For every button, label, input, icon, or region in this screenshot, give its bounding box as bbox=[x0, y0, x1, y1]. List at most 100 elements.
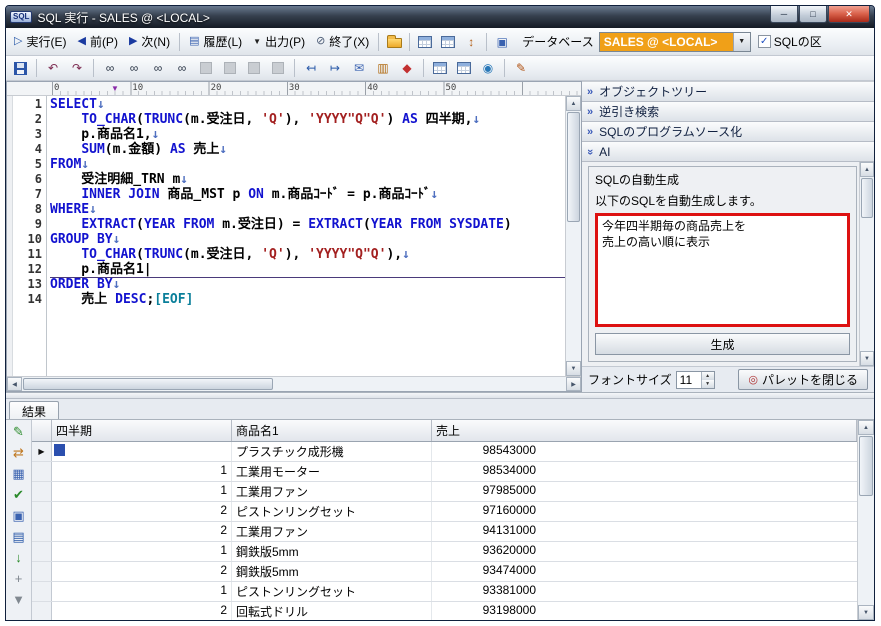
code-line[interactable]: 受注明細_TRN m↓ bbox=[50, 172, 565, 187]
row-selector[interactable]: ▶ bbox=[32, 442, 52, 461]
sql-editor[interactable]: 01020304050▼ 1234567891011121314 SELECT↓… bbox=[6, 81, 582, 392]
result-row[interactable]: 2鋼鉄版5mm93474000 bbox=[32, 562, 857, 582]
quit-button[interactable]: ⊘ 終了(X) bbox=[311, 30, 374, 53]
row-selector[interactable] bbox=[32, 462, 52, 481]
cell-quarter[interactable]: 1 bbox=[52, 482, 232, 501]
cell-quarter[interactable]: 1 bbox=[52, 462, 232, 481]
result-row[interactable]: 2ピストンリングセット97160000 bbox=[32, 502, 857, 522]
header-quarter[interactable]: 四半期 bbox=[52, 420, 232, 441]
scroll-up-icon[interactable]: ▲ bbox=[860, 162, 874, 177]
cell-quarter[interactable] bbox=[52, 442, 232, 461]
editor-vscrollbar[interactable]: ▲ ▼ bbox=[565, 96, 581, 376]
result-grid-button[interactable] bbox=[414, 31, 436, 52]
find-next-icon[interactable]: ∞ bbox=[123, 58, 145, 79]
header-selector[interactable] bbox=[32, 420, 52, 441]
results-vscrollbar[interactable]: ▲ ▼ bbox=[857, 420, 874, 620]
design-icon[interactable]: ✎ bbox=[510, 58, 532, 79]
code-line[interactable]: GROUP BY↓ bbox=[50, 232, 565, 247]
spin-up-icon[interactable]: ▲ bbox=[702, 372, 714, 380]
grid-edit-icon[interactable]: ▦ bbox=[8, 464, 30, 483]
close-button[interactable]: ✕ bbox=[828, 6, 870, 23]
apply-changes-icon[interactable]: ⇄ bbox=[8, 443, 30, 462]
code-line[interactable]: EXTRACT(YEAR FROM m.受注日) = EXTRACT(YEAR … bbox=[50, 217, 565, 232]
cell-sales[interactable]: 93620000 bbox=[432, 542, 857, 561]
more-icon[interactable]: ▼ bbox=[8, 590, 30, 609]
cell-sales[interactable]: 93198000 bbox=[432, 602, 857, 620]
cell-product[interactable]: 工業用モーター bbox=[232, 462, 432, 481]
indent-icon[interactable]: ↦ bbox=[324, 58, 346, 79]
spin-down-icon[interactable]: ▼ bbox=[702, 380, 714, 388]
ai-scroll-track[interactable] bbox=[860, 219, 874, 351]
database-combobox[interactable]: SALES @ <LOCAL> ▼ bbox=[599, 32, 751, 52]
row-selector[interactable] bbox=[32, 542, 52, 561]
scroll-left-icon[interactable]: ◀ bbox=[7, 377, 22, 391]
next-button[interactable]: ▶ 次(N) bbox=[124, 30, 175, 53]
titlebar[interactable]: SQL SQL 実行 - SALES @ <LOCAL> ─ □ ✕ bbox=[6, 6, 874, 28]
header-sales[interactable]: 売上 bbox=[432, 420, 857, 441]
cell-sales[interactable]: 98543000 bbox=[432, 442, 857, 461]
edit-pencil-icon[interactable]: ✎ bbox=[8, 422, 30, 441]
explain-plan-button[interactable]: ↕ bbox=[460, 31, 482, 52]
cell-product[interactable]: ピストンリングセット bbox=[232, 582, 432, 601]
connection-button[interactable]: ▣ bbox=[491, 31, 513, 52]
format-icon[interactable]: ▥ bbox=[372, 58, 394, 79]
row-selector[interactable] bbox=[32, 602, 52, 620]
results-scroll-thumb[interactable] bbox=[859, 436, 873, 496]
disabled-button-1[interactable] bbox=[195, 58, 217, 79]
code-line[interactable]: SUM(m.金額) AS 売上↓ bbox=[50, 142, 565, 157]
result-row[interactable]: 2回転式ドリル93198000 bbox=[32, 602, 857, 620]
disabled-button-3[interactable] bbox=[243, 58, 265, 79]
cell-sales[interactable]: 97160000 bbox=[432, 502, 857, 521]
row-selector[interactable] bbox=[32, 482, 52, 501]
row-selector[interactable] bbox=[32, 562, 52, 581]
editor-hscrollbar[interactable]: ◀ ▶ bbox=[7, 376, 581, 391]
ai-scrollbar[interactable]: ▲ ▼ bbox=[859, 162, 874, 366]
export-result-icon[interactable]: ▤ bbox=[8, 527, 30, 546]
send-sql-icon[interactable]: ✉ bbox=[348, 58, 370, 79]
result-row[interactable]: 1ピストンリングセット93381000 bbox=[32, 582, 857, 602]
outdent-icon[interactable]: ↤ bbox=[300, 58, 322, 79]
combo-dropdown-icon[interactable]: ▼ bbox=[733, 33, 750, 51]
maximize-button[interactable]: □ bbox=[799, 6, 827, 23]
scroll-up-icon[interactable]: ▲ bbox=[566, 96, 581, 111]
cell-quarter[interactable]: 2 bbox=[52, 522, 232, 541]
output-button[interactable]: ▼ 出力(P) bbox=[248, 30, 310, 53]
code-line[interactable]: FROM↓ bbox=[50, 157, 565, 172]
ai-prompt-textarea[interactable]: 今年四半期毎の商品売上を 売上の高い順に表示 bbox=[595, 213, 850, 327]
panel-section-sql-to-source[interactable]: » SQLのプログラムソース化 bbox=[582, 122, 874, 142]
copy-rows-icon[interactable]: ▣ bbox=[8, 506, 30, 525]
code-line[interactable]: INNER JOIN 商品_MST p ON m.商品ｺｰﾄﾞ = p.商品ｺｰ… bbox=[50, 187, 565, 202]
cell-quarter[interactable]: 1 bbox=[52, 582, 232, 601]
hscroll-track[interactable] bbox=[274, 377, 566, 391]
minimize-button[interactable]: ─ bbox=[770, 6, 798, 23]
find-icon[interactable]: ∞ bbox=[99, 58, 121, 79]
sql-type-checkbox[interactable]: ✓ SQLの区 bbox=[758, 33, 822, 50]
scroll-up-icon[interactable]: ▲ bbox=[858, 420, 874, 435]
cell-sales[interactable]: 97985000 bbox=[432, 482, 857, 501]
bookmark-icon[interactable]: ◆ bbox=[396, 58, 418, 79]
row-selector[interactable] bbox=[32, 502, 52, 521]
cell-sales[interactable]: 98534000 bbox=[432, 462, 857, 481]
run-button[interactable]: ▷ 実行(E) bbox=[9, 30, 71, 53]
open-file-button[interactable] bbox=[383, 31, 405, 52]
disabled-button-4[interactable] bbox=[267, 58, 289, 79]
history-button[interactable]: ▤ 履歴(L) bbox=[184, 30, 247, 53]
cell-product[interactable]: 工業用ファン bbox=[232, 482, 432, 501]
cell-product[interactable]: ピストンリングセット bbox=[232, 502, 432, 521]
cell-product[interactable]: 鋼鉄版5mm bbox=[232, 562, 432, 581]
save-icon[interactable] bbox=[9, 58, 31, 79]
hscroll-thumb[interactable] bbox=[23, 378, 273, 390]
tab-results[interactable]: 結果 bbox=[9, 401, 59, 419]
row-selector[interactable] bbox=[32, 522, 52, 541]
code-line[interactable]: TO_CHAR(TRUNC(m.受注日, 'Q'), 'YYYY"Q"Q') A… bbox=[50, 112, 565, 127]
code-area[interactable]: SELECT↓ TO_CHAR(TRUNC(m.受注日, 'Q'), 'YYYY… bbox=[47, 96, 565, 376]
cell-product[interactable]: プラスチック成形機 bbox=[232, 442, 432, 461]
cell-sales[interactable]: 93474000 bbox=[432, 562, 857, 581]
globe-icon[interactable]: ◉ bbox=[477, 58, 499, 79]
code-line[interactable]: SELECT↓ bbox=[50, 97, 565, 112]
add-row-icon[interactable]: + bbox=[8, 569, 30, 588]
disabled-button-2[interactable] bbox=[219, 58, 241, 79]
result-row[interactable]: 1工業用ファン97985000 bbox=[32, 482, 857, 502]
cell-sales[interactable]: 93381000 bbox=[432, 582, 857, 601]
scroll-down-icon[interactable]: ▼ bbox=[858, 605, 874, 620]
